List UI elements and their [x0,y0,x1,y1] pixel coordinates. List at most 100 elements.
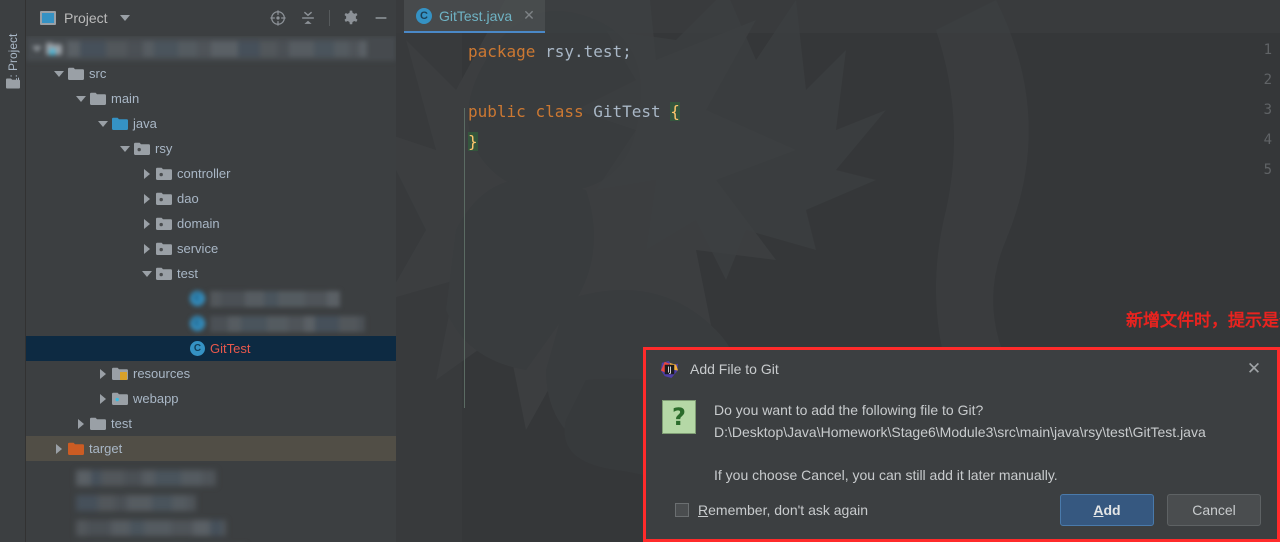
redacted-label [210,315,365,332]
panel-title: Project [64,10,108,26]
module-folder-icon [46,42,62,55]
question-mark-icon: ? [662,400,696,434]
tree-item-redacted[interactable]: C [26,286,396,311]
add-button[interactable]: Add [1060,494,1154,526]
tree-item-redacted[interactable]: C [26,311,396,336]
resources-root-icon [112,367,128,380]
project-view-selector[interactable]: Project [40,10,130,26]
tree-item-label: java [133,116,157,131]
code-token: package [468,42,546,61]
dialog-message: Do you want to add the following file to… [714,400,1206,486]
redacted-label [76,519,226,536]
tree-item-label: controller [177,166,231,181]
tree-item-target[interactable]: target [26,436,396,461]
code-line[interactable]: } [468,132,478,151]
editor-tab-bar: C GitTest.java ✕ [396,0,1280,33]
tree-item-label: webapp [133,391,179,406]
line-number: 3 [1263,102,1272,118]
redacted-tree-items [26,461,396,542]
tree-item-gittest[interactable]: C GitTest [26,336,396,361]
checkbox-box[interactable] [675,503,689,517]
chevron-right-icon[interactable] [98,393,108,404]
folder-icon[interactable] [6,78,20,89]
collapse-all-icon[interactable] [299,9,317,27]
remember-checkbox[interactable]: Remember, don't ask again [675,502,868,518]
chevron-down-icon[interactable] [76,94,86,104]
package-icon [156,267,172,280]
code-line[interactable]: public class GitTest { [468,102,680,121]
chevron-right-icon[interactable] [98,368,108,379]
chevron-right-icon[interactable] [76,418,86,429]
code-token: GitTest [593,102,671,121]
project-window-icon [40,11,56,25]
tree-item-test[interactable]: test [26,261,396,286]
locate-target-icon[interactable] [269,9,287,27]
tree-item-main[interactable]: main [26,86,396,111]
annotation-text: 新增文件时，提示是否需要添加到Git暂存区 [1126,311,1280,331]
intellij-idea-icon: IJ [660,360,679,378]
redacted-label [210,290,340,307]
tree-item-redacted[interactable] [76,490,396,515]
dialog-footer: Remember, don't ask again Add Cancel [646,481,1277,539]
tree-item-redacted[interactable] [76,515,396,540]
add-button-label-rest: dd [1103,502,1121,518]
line-number: 5 [1263,162,1272,178]
add-button-mnemonic: A [1093,502,1104,518]
chevron-down-icon[interactable] [119,15,130,21]
chevron-right-icon[interactable] [142,218,152,229]
ide-window: 1: Project Project [0,0,1280,542]
package-icon [156,217,172,230]
tree-item-domain[interactable]: domain [26,211,396,236]
chevron-right-icon[interactable] [142,168,152,179]
dialog-title-bar: IJ Add File to Git ✕ [646,350,1277,388]
redacted-label [76,494,196,511]
tree-item-label: dao [177,191,199,206]
tree-item-label: domain [177,216,220,231]
project-tree[interactable]: src main java rsy controller dao domain service… [26,36,396,542]
redacted-label [67,40,367,57]
code-fold-indent-guide [464,108,465,408]
toolbar-separator [329,10,330,26]
chevron-down-icon[interactable] [32,44,42,54]
tree-item-label: GitTest [210,341,251,356]
dialog-body: ? Do you want to add the following file … [646,388,1277,486]
chevron-down-icon[interactable] [142,269,152,279]
chevron-right-icon[interactable] [142,193,152,204]
package-icon [156,192,172,205]
editor-tab-gittest[interactable]: C GitTest.java ✕ [404,0,545,33]
tree-item-rsy[interactable]: rsy [26,136,396,161]
tree-item-test[interactable]: test [26,411,396,436]
tree-item-src[interactable]: src [26,61,396,86]
chevron-down-icon[interactable] [98,119,108,129]
tree-item-service[interactable]: service [26,236,396,261]
tree-item-controller[interactable]: controller [26,161,396,186]
checkbox-label-rest: emember, don't ask again [708,502,869,518]
folder-icon [90,417,106,430]
dialog-buttons: Add Cancel [1060,494,1261,526]
line-number: 4 [1263,132,1272,148]
redacted-label [76,469,216,486]
chevron-down-icon[interactable] [120,144,130,154]
left-tool-window-bar: 1: Project [0,0,26,542]
excluded-folder-icon [68,442,84,455]
panel-header-actions [269,0,390,36]
tree-item-java[interactable]: java [26,111,396,136]
editor-gutter[interactable] [396,33,462,542]
tree-item-resources[interactable]: resources [26,361,396,386]
code-line[interactable]: package rsy.test; [468,42,632,61]
line-number: 1 [1263,42,1272,58]
editor-tab-label: GitTest.java [439,7,513,24]
settings-gear-icon[interactable] [342,9,360,27]
chevron-right-icon[interactable] [54,443,64,454]
tree-item-redacted[interactable] [76,465,396,490]
tree-item-dao[interactable]: dao [26,186,396,211]
close-icon[interactable]: ✕ [523,7,535,24]
chevron-down-icon[interactable] [54,69,64,79]
tree-item-redacted[interactable] [26,36,396,61]
hide-panel-icon[interactable] [372,9,390,27]
tree-item-webapp[interactable]: webapp [26,386,396,411]
cancel-button[interactable]: Cancel [1167,494,1261,526]
chevron-right-icon[interactable] [142,243,152,254]
close-icon[interactable]: ✕ [1245,359,1263,378]
